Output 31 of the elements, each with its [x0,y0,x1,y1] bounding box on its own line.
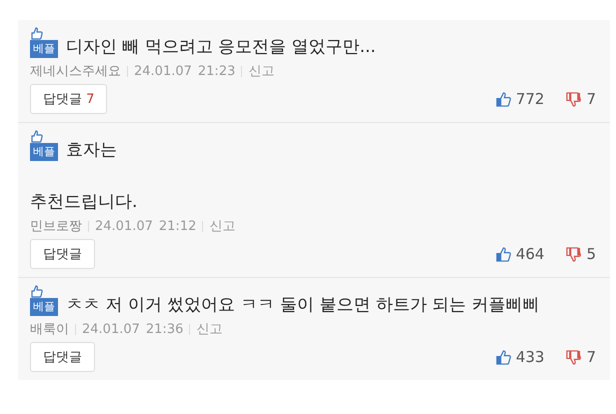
thumbs-up-icon [496,350,511,364]
like-button[interactable]: 464 [496,245,544,263]
thumbs-up-icon [496,246,511,262]
author-name: 제네시스주세요 [30,63,121,80]
thumbs-up-icon [31,285,43,298]
post-date: 24.01.07 [82,322,140,336]
post-time: 21:23 [198,64,236,78]
dislike-button[interactable]: 7 [566,90,596,108]
thumbs-down-icon [566,350,582,364]
thumbs-up-icon [31,130,43,143]
author-name: 배룩이 [30,321,69,338]
post-date: 24.01.07 [95,218,153,234]
post-time: 21:12 [158,218,196,234]
reply-button[interactable]: 답댓글 7 [30,84,108,114]
like-button[interactable]: 433 [496,348,544,366]
thumbs-up-icon [496,92,511,106]
dislike-button[interactable]: 7 [566,348,596,366]
author-name: 민브로짱 [30,218,82,235]
post-time: 21:36 [146,322,184,336]
reply-button[interactable]: 답댓글 [30,342,95,372]
like-button[interactable]: 772 [496,90,544,108]
thumbs-down-icon [566,92,582,106]
post-date: 24.01.07 [134,64,192,78]
thumbs-down-icon [566,246,582,262]
comment-text: 추천드립니다. [30,191,138,213]
reply-button[interactable]: 답댓글 [30,239,95,269]
thumbs-up-icon [31,27,43,40]
comment-text: ㅊㅊ 저 이거 썼었어요 ㅋㅋ 둘이 붙으면 하트가 되는 커플삐삐 [66,294,540,316]
comment-text: 효자는 [66,139,117,161]
comment-text: 디자인 빼 먹으려고 응모전을 열었구만... [66,36,376,58]
dislike-button[interactable]: 5 [566,245,596,263]
